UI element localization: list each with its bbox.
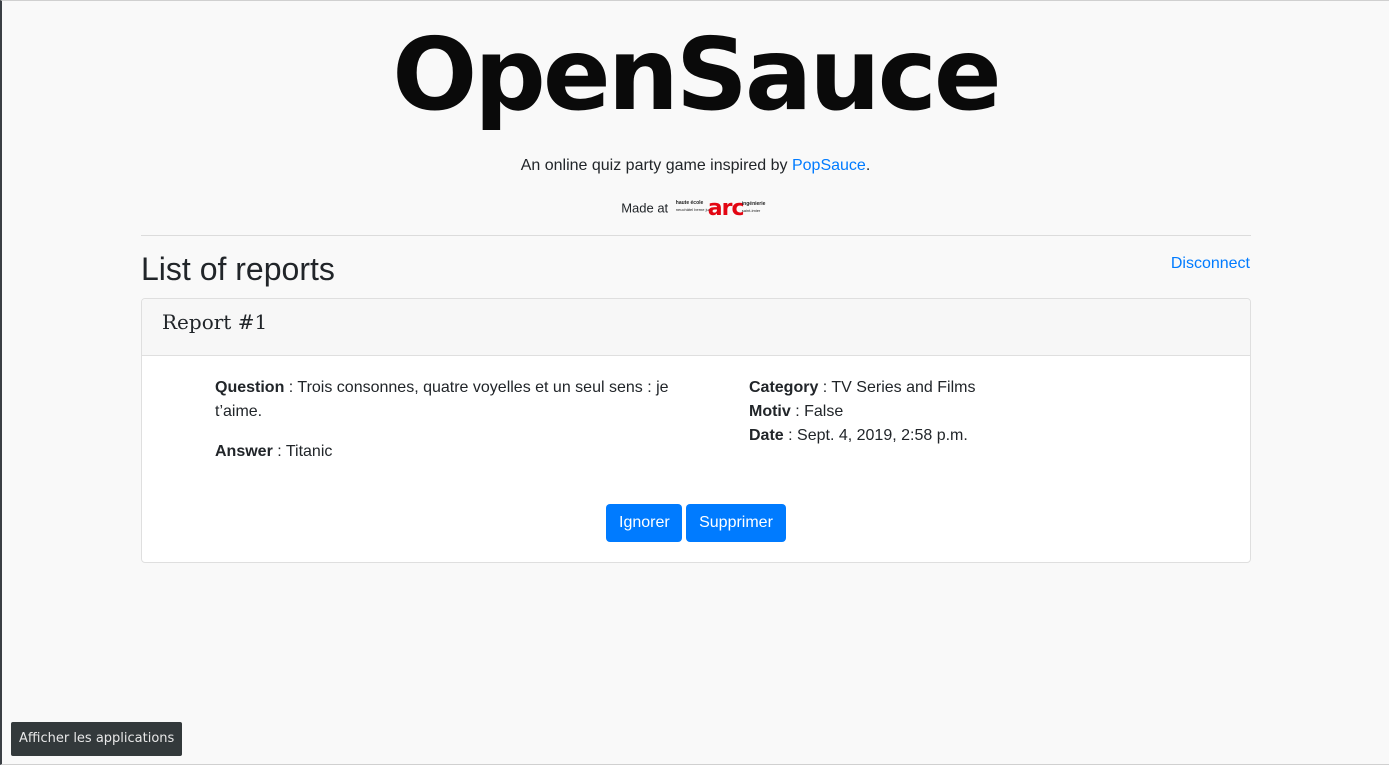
browser-viewport: OpenSauce An online quiz party game insp… bbox=[0, 0, 1389, 765]
site-logo-title: OpenSauce bbox=[392, 16, 1001, 133]
answer-row: Answer : Titanic bbox=[215, 440, 675, 464]
delete-button[interactable]: Supprimer bbox=[686, 504, 786, 542]
report-title: Report #1 bbox=[162, 310, 268, 334]
question-label: Question bbox=[215, 379, 285, 396]
date-value: Sept. 4, 2019, 2:58 p.m. bbox=[797, 427, 968, 444]
made-at: Made at haute école neuchâtel berne jura… bbox=[2, 198, 1389, 220]
field-separator: : bbox=[790, 403, 805, 420]
report-card-header: Report #1 bbox=[142, 299, 1250, 356]
report-right-column: Category : TV Series and Films Motiv : F… bbox=[749, 376, 1169, 448]
popsauce-link[interactable]: PopSauce bbox=[792, 157, 866, 174]
field-separator: : bbox=[818, 379, 832, 396]
show-applications-tooltip: Afficher les applications bbox=[11, 722, 183, 756]
motiv-value: False bbox=[804, 403, 844, 420]
report-card: Report #1 Question : Trois consonnes, qu… bbox=[141, 298, 1251, 563]
site-tagline: An online quiz party game inspired by Po… bbox=[2, 157, 1389, 175]
ignore-button[interactable]: Ignorer bbox=[606, 504, 682, 542]
motiv-row: Motiv : False bbox=[749, 400, 1169, 424]
page-title: List of reports bbox=[141, 251, 335, 287]
motiv-label: Motiv bbox=[749, 403, 791, 420]
field-separator: : bbox=[284, 379, 298, 396]
date-row: Date : Sept. 4, 2019, 2:58 p.m. bbox=[749, 424, 1169, 448]
category-label: Category bbox=[749, 379, 819, 396]
answer-label: Answer bbox=[215, 443, 273, 460]
disconnect-link[interactable]: Disconnect bbox=[1171, 255, 1250, 273]
tagline-text: An online quiz party game inspired by bbox=[520, 157, 792, 174]
question-row: Question : Trois consonnes, quatre voyel… bbox=[215, 376, 675, 424]
header-divider bbox=[141, 235, 1251, 236]
date-label: Date bbox=[749, 427, 784, 444]
haute-ecole-arc-logo: haute école neuchâtel berne jura arc ing… bbox=[675, 196, 766, 221]
report-left-column: Question : Trois consonnes, quatre voyel… bbox=[215, 376, 675, 464]
tagline-period: . bbox=[865, 157, 871, 174]
answer-value: Titanic bbox=[285, 443, 333, 460]
made-at-label: Made at bbox=[621, 200, 669, 216]
category-value: TV Series and Films bbox=[831, 379, 976, 396]
field-separator: : bbox=[272, 443, 286, 460]
category-row: Category : TV Series and Films bbox=[749, 376, 1169, 400]
field-separator: : bbox=[783, 427, 798, 444]
